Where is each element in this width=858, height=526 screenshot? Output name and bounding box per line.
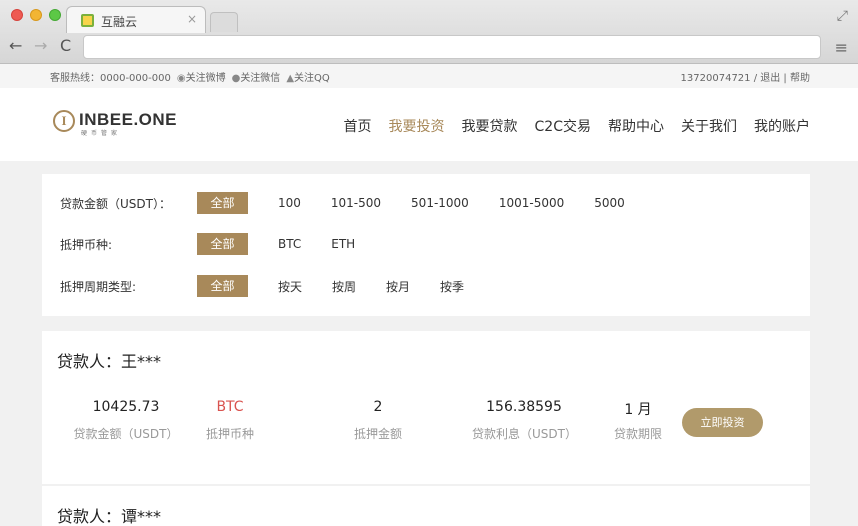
filter-currency-all[interactable]: 全部 <box>197 233 248 255</box>
collateral-amount: 2 抵押金额 <box>344 399 412 442</box>
collateral-currency-value: BTC <box>216 399 244 415</box>
account-links[interactable]: 13720074721 / 退出 | 帮助 <box>681 69 810 84</box>
filter-currency-option[interactable]: ETH <box>331 237 355 251</box>
qq-link[interactable]: ▲关注QQ <box>286 69 329 84</box>
filter-period-all[interactable]: 全部 <box>197 275 248 297</box>
browser-menu-icon[interactable]: ≡ <box>835 38 848 57</box>
invest-now-button[interactable]: 立即投资 <box>682 408 763 437</box>
back-icon[interactable]: ← <box>9 36 22 55</box>
filter-label-amount: 贷款金额（USDT）： <box>60 196 171 211</box>
filter-period-option[interactable]: 按天 <box>278 278 302 295</box>
weibo-icon: ◉ <box>176 73 186 84</box>
nav-home[interactable]: 首页 <box>344 116 372 136</box>
collateral-amount-label: 抵押金额 <box>353 427 402 441</box>
loan-interest-label: 贷款利息（USDT） <box>472 427 577 441</box>
nav-invest[interactable]: 我要投资 <box>389 116 445 136</box>
borrower-name: 贷款人：王*** <box>57 352 162 371</box>
loan-term-value: 1 月 <box>624 402 652 418</box>
loan-term: 1 月 贷款期限 <box>610 399 666 442</box>
nav-about[interactable]: 关于我们 <box>681 116 737 136</box>
browser-chrome: 互融云 × ⤢ ← → C ≡ <box>0 0 858 64</box>
filter-amount-option[interactable]: 501-1000 <box>411 196 469 210</box>
borrower-name: 贷款人：谭*** <box>57 507 162 526</box>
collateral-currency: BTC 抵押币种 <box>198 399 262 442</box>
loan-term-label: 贷款期限 <box>613 427 662 441</box>
filter-period-option[interactable]: 按月 <box>386 278 410 295</box>
filter-row-period: 抵押周期类型: 全部 按天 按周 按月 按季 <box>60 274 494 298</box>
filter-label-period: 抵押周期类型: <box>60 279 137 294</box>
logo-subtitle: 硬币管家 <box>81 130 122 137</box>
close-window-button[interactable] <box>11 9 23 21</box>
qq-label: 关注QQ <box>294 73 330 84</box>
nav-loan[interactable]: 我要贷款 <box>462 116 518 136</box>
filter-amount-option[interactable]: 100 <box>278 196 301 210</box>
top-info-bar: 客服热线：0000-000-000 ◉关注微博 ●关注微信 ▲关注QQ 1372… <box>0 64 858 88</box>
maximize-window-button[interactable] <box>49 9 61 21</box>
nav-account[interactable]: 我的账户 <box>754 116 810 136</box>
site-logo[interactable]: I INBEE.ONE 硬币管家 <box>53 110 177 140</box>
qq-icon: ▲ <box>286 73 295 84</box>
address-bar[interactable] <box>83 35 821 59</box>
loan-amount: 10425.73 贷款金额（USDT） <box>72 399 180 442</box>
new-tab-button[interactable] <box>210 12 238 32</box>
main-nav: 首页 我要投资 我要贷款 C2C交易 帮助中心 关于我们 我的账户 <box>344 116 810 136</box>
collateral-currency-label: 抵押币种 <box>205 427 254 441</box>
weibo-label: 关注微博 <box>185 73 226 84</box>
filter-currency-option[interactable]: BTC <box>278 237 301 251</box>
wechat-label: 关注微信 <box>240 73 281 84</box>
filter-period-option[interactable]: 按季 <box>440 278 464 295</box>
filter-label-currency: 抵押币种: <box>60 237 113 252</box>
tab-close-icon[interactable]: × <box>187 12 197 26</box>
logo-mark-icon: I <box>53 110 75 132</box>
hotline-text: 客服热线：0000-000-000 <box>50 73 171 84</box>
site-header: I INBEE.ONE 硬币管家 首页 我要投资 我要贷款 C2C交易 帮助中心… <box>0 88 858 161</box>
wechat-link[interactable]: ●关注微信 <box>232 69 281 84</box>
filter-row-amount: 贷款金额（USDT）： 全部 100 101-500 501-1000 1001… <box>60 191 655 215</box>
tab-title: 互融云 <box>101 15 138 29</box>
loan-card: 贷款人：王*** 10425.73 贷款金额（USDT） BTC 抵押币种 2 … <box>42 331 810 484</box>
loan-amount-value: 10425.73 <box>92 399 160 415</box>
favicon-icon <box>81 14 94 27</box>
filter-amount-option[interactable]: 5000 <box>594 196 625 210</box>
loan-interest-value: 156.38595 <box>486 399 562 415</box>
loan-amount-label: 贷款金额（USDT） <box>73 427 179 441</box>
filter-amount-all[interactable]: 全部 <box>197 192 248 214</box>
filter-period-option[interactable]: 按周 <box>332 278 356 295</box>
loan-card: 贷款人：谭*** <box>42 486 810 526</box>
wechat-icon: ● <box>231 73 241 84</box>
nav-help[interactable]: 帮助中心 <box>608 116 664 136</box>
minimize-window-button[interactable] <box>30 9 42 21</box>
logo-text: INBEE.ONE <box>79 110 178 129</box>
filter-amount-option[interactable]: 1001-5000 <box>499 196 564 210</box>
weibo-link[interactable]: ◉关注微博 <box>177 69 226 84</box>
filter-amount-option[interactable]: 101-500 <box>331 196 381 210</box>
browser-tab[interactable]: 互融云 × <box>66 6 206 33</box>
reload-icon[interactable]: C <box>60 36 71 55</box>
fullscreen-icon[interactable]: ⤢ <box>837 8 848 24</box>
filter-row-currency: 抵押币种: 全部 BTC ETH <box>60 232 385 256</box>
nav-c2c[interactable]: C2C交易 <box>535 116 591 136</box>
loan-interest: 156.38595 贷款利息（USDT） <box>472 399 577 442</box>
forward-icon[interactable]: → <box>34 36 47 55</box>
collateral-amount-value: 2 <box>373 399 383 415</box>
